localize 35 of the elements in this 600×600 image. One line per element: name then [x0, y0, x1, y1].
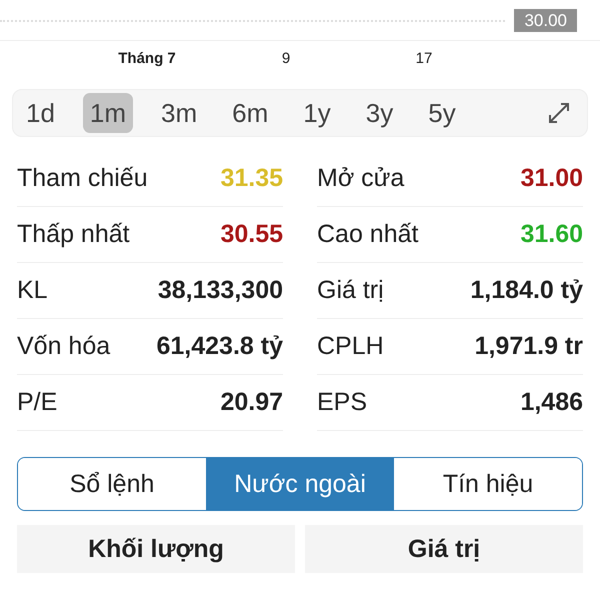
period-button[interactable]: 3y [358, 93, 400, 133]
stat-value: 1,486 [520, 388, 583, 417]
price-badge: 30.00 [514, 8, 577, 32]
stat-label: Vốn hóa [17, 332, 110, 361]
period-button[interactable]: 6m [225, 93, 276, 133]
stat-value: 31.35 [220, 164, 283, 193]
column-header: Giá trị [305, 525, 583, 573]
period-button[interactable]: 1d [19, 93, 62, 133]
stat-value: 1,971.9 tr [474, 332, 583, 361]
stat-value: 1,184.0 tỷ [470, 276, 583, 305]
stat-value: 38,133,300 [158, 276, 283, 305]
period-button[interactable]: 3m [154, 93, 204, 133]
stat-label: P/E [17, 388, 58, 417]
stat-value: 20.97 [220, 388, 283, 417]
stat-value: 31.60 [520, 220, 583, 249]
axis-label: Tháng 7 [118, 50, 176, 67]
stat-label: CPLH [317, 332, 384, 361]
stat-value: 30.55 [220, 220, 283, 249]
axis-label: 17 [416, 50, 432, 67]
period-button[interactable]: 5y [421, 93, 463, 133]
stat-label: Tham chiếu [17, 164, 148, 193]
stat-value: 31.00 [520, 164, 583, 193]
tab[interactable]: Nước ngoài [206, 458, 394, 510]
period-button[interactable]: 1m [82, 93, 134, 133]
stat-label: KL [17, 276, 48, 305]
stat-label: Cao nhất [317, 220, 418, 249]
stat-label: Giá trị [317, 276, 384, 305]
expand-icon[interactable] [547, 101, 571, 125]
period-button[interactable]: 1y [296, 93, 338, 133]
axis-label: 9 [282, 50, 290, 67]
column-header: Khối lượng [17, 525, 295, 573]
stat-label: EPS [317, 388, 368, 417]
stat-label: Mở cửa [317, 164, 404, 193]
stat-label: Thấp nhất [17, 220, 130, 249]
stat-value: 61,423.8 tỷ [156, 332, 283, 361]
